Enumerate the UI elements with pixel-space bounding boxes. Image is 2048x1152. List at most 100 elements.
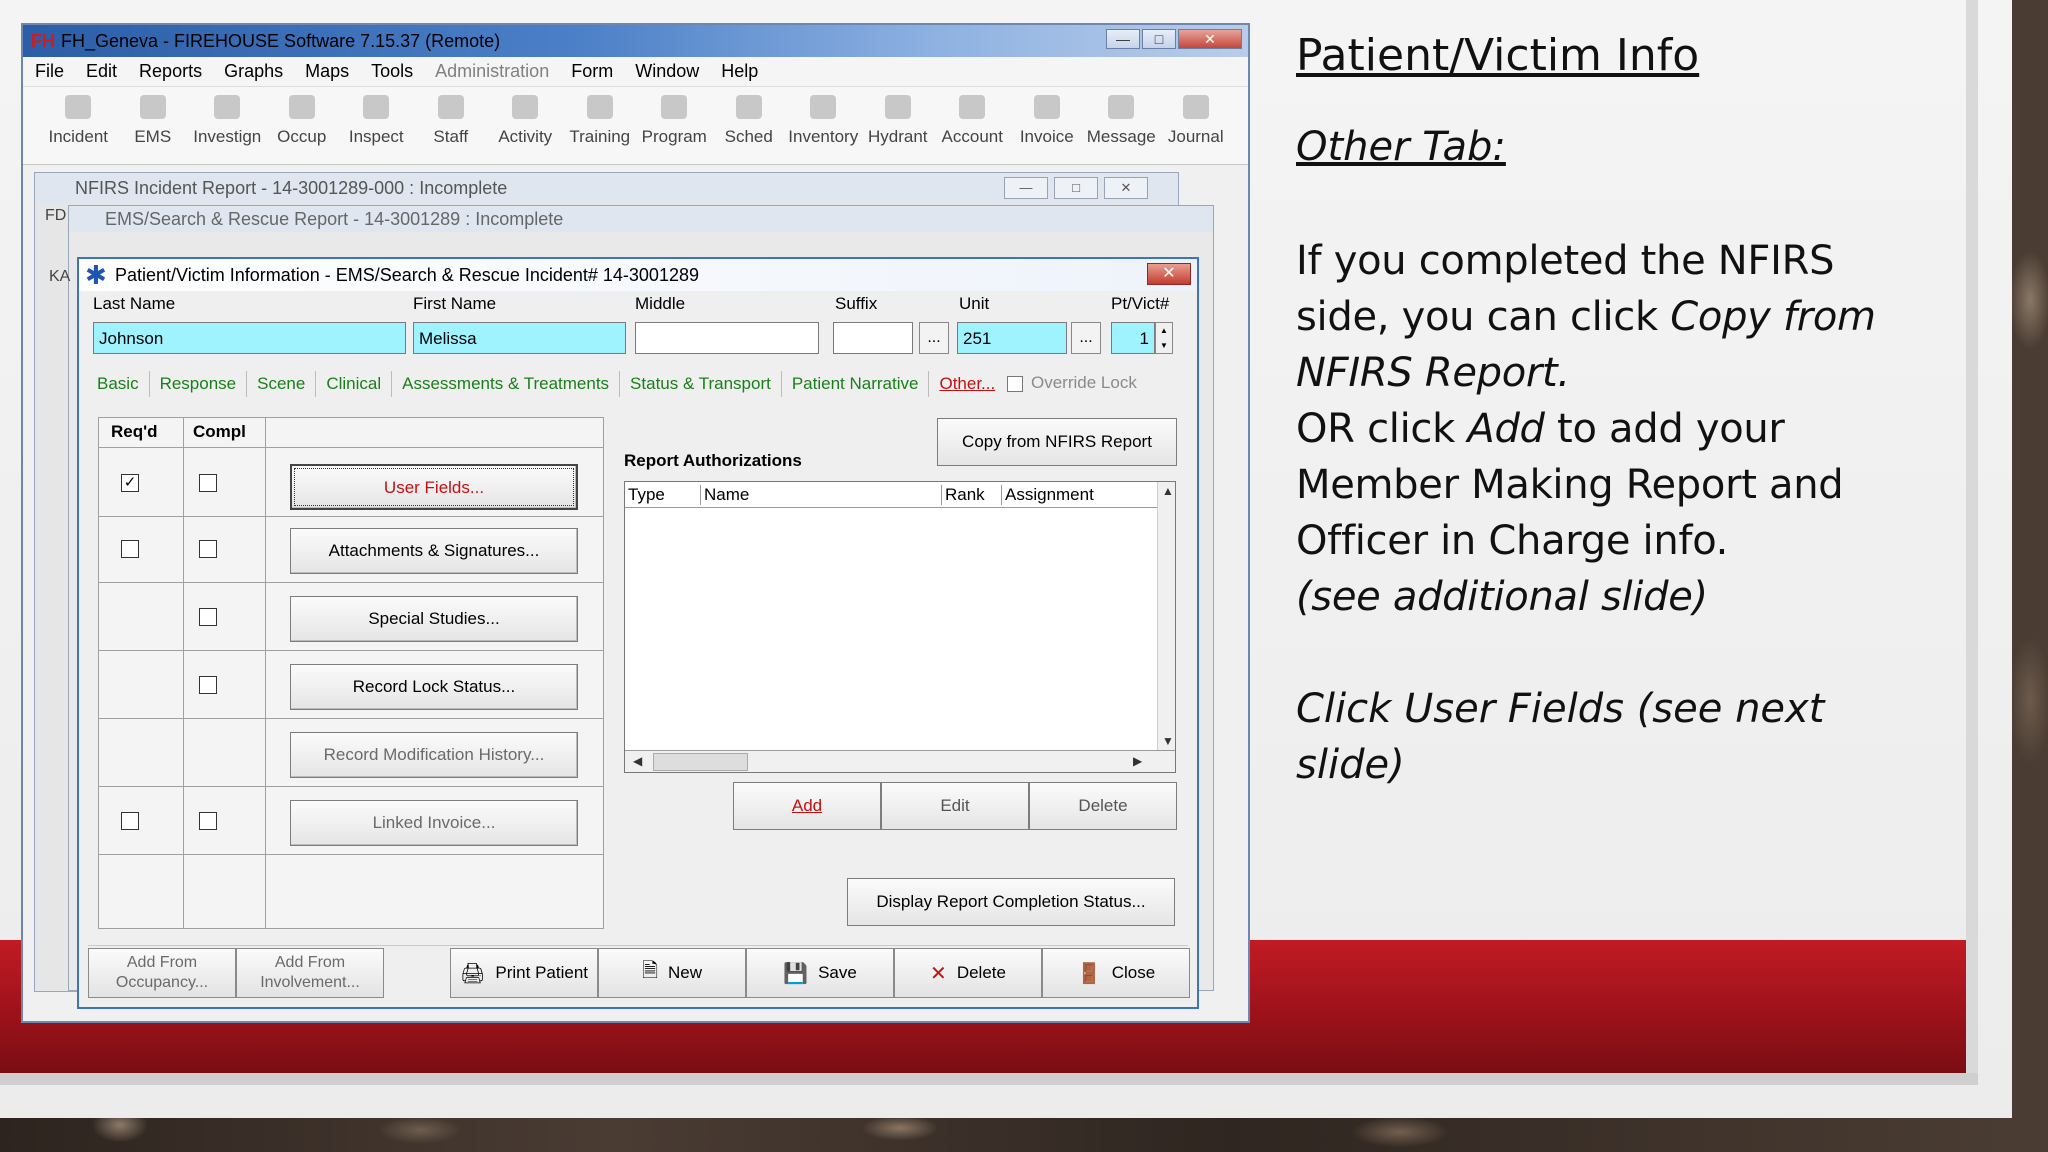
toolbar-incident[interactable]: Incident [41,87,116,164]
toolbar-invoice[interactable]: Invoice [1010,87,1085,164]
add-authorization-button[interactable]: Add [733,782,881,830]
scroll-left-icon[interactable]: ◀ [633,754,642,768]
menu-form[interactable]: Form [571,61,613,82]
nfirs-minimize-button[interactable]: — [1004,177,1048,199]
record-lock-status-button[interactable]: Record Lock Status... [290,664,578,710]
override-lock-checkbox[interactable]: Override Lock [1007,373,1137,393]
menu-help[interactable]: Help [721,61,758,82]
menu-graphs[interactable]: Graphs [224,61,283,82]
toolbar-program[interactable]: Program [637,87,712,164]
menu-file[interactable]: File [35,61,64,82]
unit-field[interactable]: 251 [957,322,1067,354]
menu-maps[interactable]: Maps [305,61,349,82]
toolbar-training[interactable]: Training [563,87,638,164]
new-button[interactable]: 🗎 New [598,948,746,998]
linked-invoice-reqd-checkbox[interactable] [121,812,139,830]
special-studies-compl-checkbox[interactable] [199,608,217,626]
special-studies-button[interactable]: Special Studies... [290,596,578,642]
first-name-field[interactable]: Melissa [413,322,626,354]
user-fields-reqd-checkbox[interactable]: ✓ [121,474,139,492]
toolbar-occup[interactable]: Occup [265,87,340,164]
middle-field[interactable] [635,322,819,354]
delete-authorization-button[interactable]: Delete [1029,782,1177,830]
toolbar-journal[interactable]: Journal [1159,87,1234,164]
firehouse-logo: FH [31,30,55,51]
record-lock-compl-checkbox[interactable] [199,676,217,694]
suffix-lookup-button[interactable]: ... [919,322,949,354]
report-authorizations-list[interactable]: Type Name Rank Assignment ▲ ▼ ◀ ▶ [624,481,1176,773]
minimize-button[interactable]: — [1106,29,1140,49]
horizontal-scrollbar[interactable]: ◀ ▶ [625,750,1175,772]
add-from-occupancy-button[interactable]: Add From Occupancy... [88,948,236,998]
column-rank[interactable]: Rank [942,485,1002,505]
copy-from-nfirs-button[interactable]: Copy from NFIRS Report [937,418,1177,466]
vertical-scrollbar[interactable]: ▲ ▼ [1157,482,1175,752]
attachments-compl-checkbox[interactable] [199,540,217,558]
scroll-down-icon[interactable]: ▼ [1162,734,1174,748]
menu-administration[interactable]: Administration [435,61,549,82]
scroll-right-icon[interactable]: ▶ [1133,754,1142,768]
tab-other[interactable]: Other... [929,371,1005,397]
nfirs-window-controls: — □ ✕ [1004,177,1148,199]
slide-text: OR click [1296,405,1468,452]
button-label: Print Patient [495,963,588,982]
tab-clinical[interactable]: Clinical [316,371,393,397]
toolbar-sched[interactable]: Sched [712,87,787,164]
user-fields-compl-checkbox[interactable] [199,474,217,492]
toolbar-ems[interactable]: EMS [116,87,191,164]
tab-status-transport[interactable]: Status & Transport [620,371,782,397]
toolbar-message[interactable]: Message [1084,87,1159,164]
close-dialog-button[interactable]: 🚪 Close [1042,948,1190,998]
print-patient-button[interactable]: 🖨 Print Patient [450,948,598,998]
tab-patient-narrative[interactable]: Patient Narrative [782,371,930,397]
toolbar-inventory[interactable]: Inventory [786,87,861,164]
toolbar-investign[interactable]: Investign [190,87,265,164]
toolbar-inspect[interactable]: Inspect [339,87,414,164]
save-button[interactable]: 💾 Save [746,948,894,998]
nfirs-maximize-button[interactable]: □ [1054,177,1098,199]
attachments-reqd-checkbox[interactable] [121,540,139,558]
maximize-button[interactable]: □ [1142,29,1176,49]
menu-reports[interactable]: Reports [139,61,202,82]
menu-window[interactable]: Window [635,61,699,82]
menu-tools[interactable]: Tools [371,61,413,82]
grid-divider [99,516,603,517]
slide-text: side, you can click [1296,293,1671,340]
linked-invoice-button[interactable]: Linked Invoice... [290,800,578,846]
column-assignment[interactable]: Assignment [1002,485,1159,505]
tab-assessments-treatments[interactable]: Assessments & Treatments [392,371,621,397]
ptvict-field[interactable]: 1 [1111,322,1155,354]
record-modification-history-button[interactable]: Record Modification History... [290,732,578,778]
toolbar-staff[interactable]: Staff [414,87,489,164]
last-name-field[interactable]: Johnson [93,322,406,354]
menu-edit[interactable]: Edit [86,61,117,82]
dialog-close-button[interactable]: ✕ [1147,263,1191,285]
slide-footer: Click User Fields (see next slide) [1296,685,1825,788]
column-type[interactable]: Type [625,485,701,505]
unit-lookup-button[interactable]: ... [1071,322,1101,354]
toolbar-account[interactable]: Account [935,87,1010,164]
message-icon [1108,95,1135,119]
tab-basic[interactable]: Basic [97,371,150,397]
toolbar-hydrant[interactable]: Hydrant [861,87,936,164]
attachments-signatures-button[interactable]: Attachments & Signatures... [290,528,578,574]
close-button[interactable]: ✕ [1178,29,1242,49]
edit-authorization-button[interactable]: Edit [881,782,1029,830]
suffix-field[interactable] [833,322,913,354]
display-completion-status-button[interactable]: Display Report Completion Status... [847,878,1175,926]
add-from-involvement-button[interactable]: Add From Involvement... [236,948,384,998]
scrollbar-thumb[interactable] [653,753,748,771]
tab-response[interactable]: Response [150,371,248,397]
override-lock-box[interactable] [1007,375,1023,392]
column-name[interactable]: Name [701,485,942,505]
delete-button[interactable]: ✕ Delete [894,948,1042,998]
inventory-icon [810,95,837,119]
nfirs-close-button[interactable]: ✕ [1104,177,1148,199]
tab-scene[interactable]: Scene [247,371,317,397]
linked-invoice-compl-checkbox[interactable] [199,812,217,830]
toolbar-activity[interactable]: Activity [488,87,563,164]
ptvict-spinner[interactable]: ▲ ▼ [1155,322,1173,354]
scroll-up-icon[interactable]: ▲ [1162,484,1174,498]
user-fields-button[interactable]: User Fields... [290,464,578,510]
requirements-grid: Req'd Compl ✓ User Fields... Attachments… [98,417,604,929]
